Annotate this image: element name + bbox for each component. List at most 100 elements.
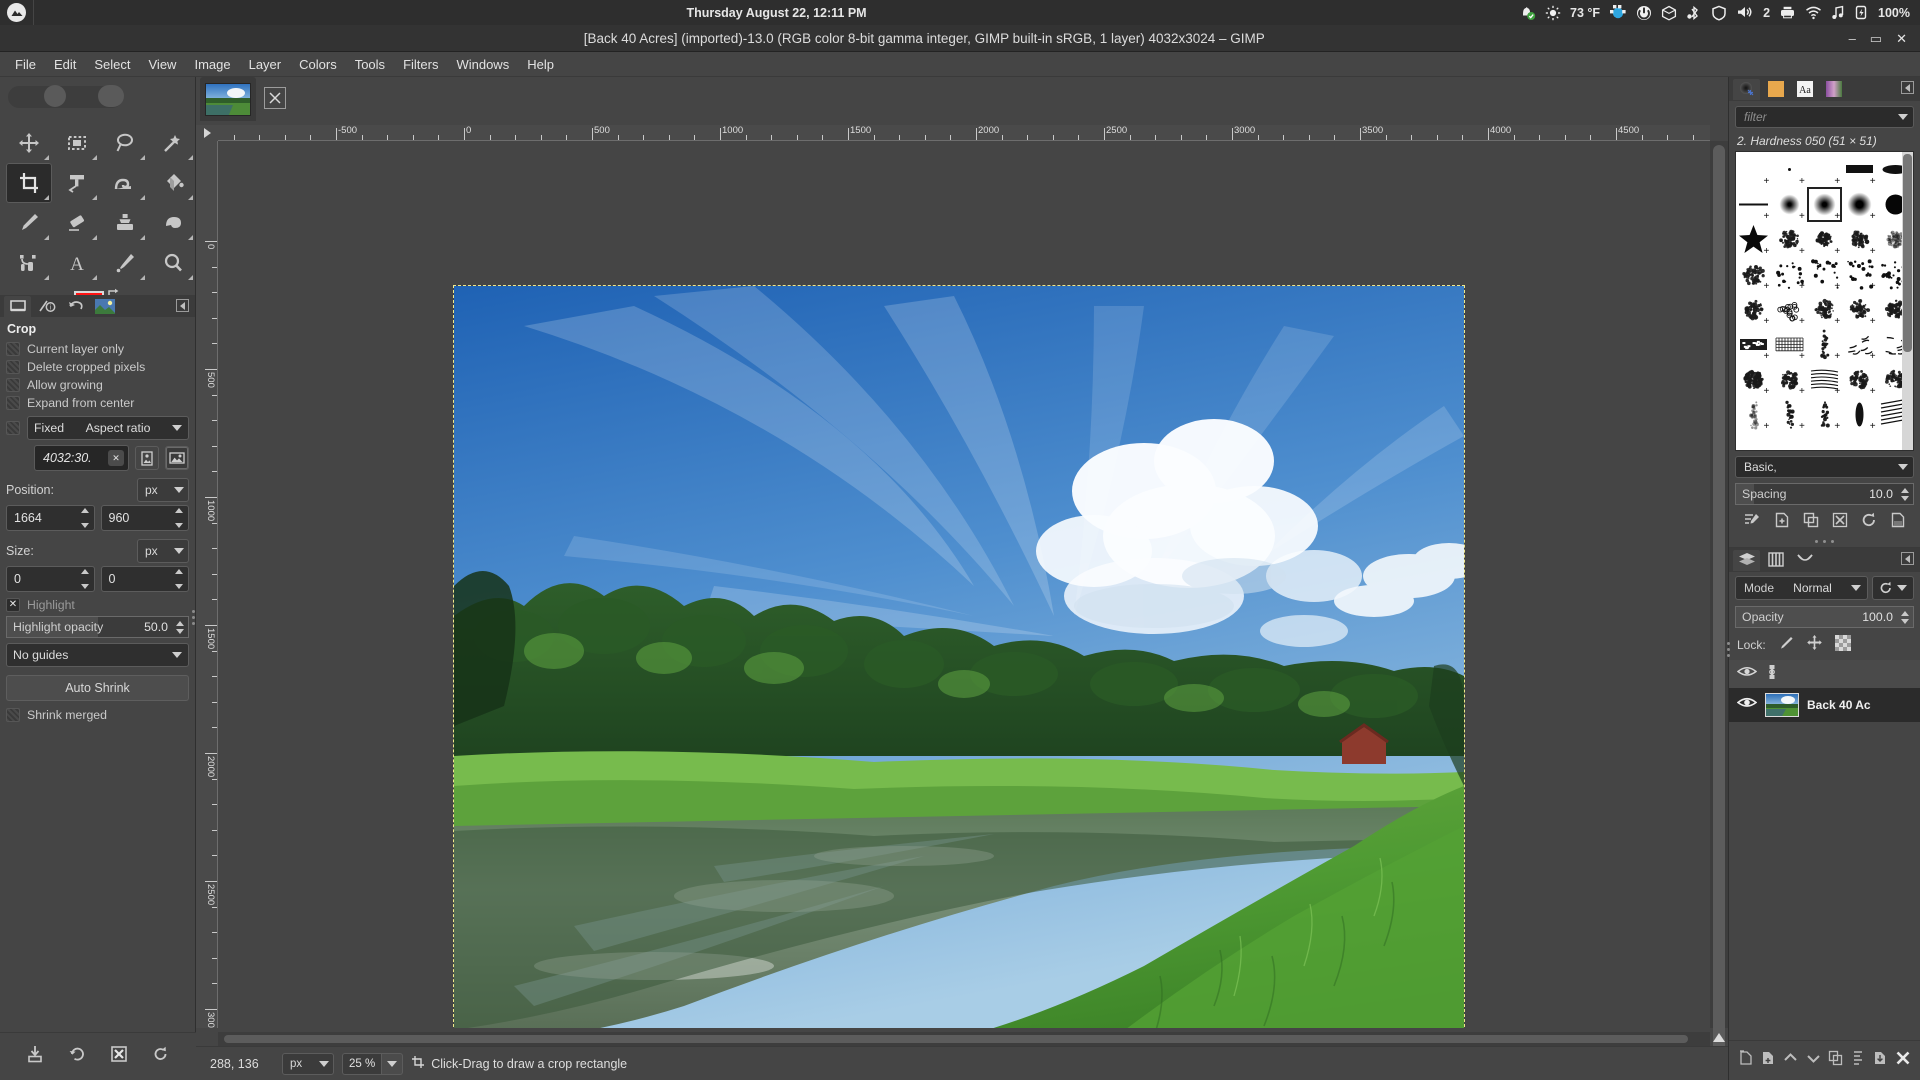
shield-icon[interactable] (1711, 5, 1727, 21)
portrait-orientation-button[interactable] (135, 446, 159, 470)
position-y-input[interactable]: 960 (100, 505, 189, 531)
dock-separator-handle[interactable] (1729, 538, 1920, 547)
layer-opacity-stepper[interactable] (1899, 610, 1913, 624)
paths-tab[interactable] (1791, 550, 1818, 571)
paintbrush-tool[interactable] (6, 203, 52, 243)
dock-menu-button[interactable] (176, 299, 189, 312)
layer-opacity-slider[interactable]: Opacity 100.0 (1735, 606, 1914, 628)
vertical-ruler[interactable]: 0 500 1000 1500 2000 2500 3000 (196, 141, 218, 1028)
visibility-icon[interactable] (1736, 665, 1758, 683)
canvas-vertical-scrollbar[interactable] (1710, 141, 1728, 1080)
canvas-horizontal-scroll-thumb[interactable] (224, 1035, 1688, 1043)
lock-position-icon[interactable] (1806, 634, 1823, 656)
brush-list-scroll-thumb[interactable] (1903, 154, 1912, 352)
menu-windows[interactable]: Windows (447, 54, 518, 75)
statusbar-unit-combo[interactable]: px (282, 1052, 334, 1075)
new-layer-icon[interactable] (1739, 1050, 1754, 1071)
new-brush-icon[interactable] (1774, 512, 1790, 533)
size-height-stepper[interactable] (172, 568, 186, 590)
battery-icon[interactable] (1854, 5, 1869, 20)
expand-from-center-checkbox[interactable] (6, 396, 20, 410)
volume-icon[interactable] (1736, 5, 1754, 20)
navigation-preview-button[interactable] (1710, 1028, 1728, 1046)
ruler-origin-button[interactable] (196, 125, 218, 141)
brush-item[interactable]: + (1842, 187, 1877, 222)
brush-item[interactable]: + (1736, 257, 1771, 292)
brush-item[interactable]: + (1771, 257, 1806, 292)
delete-tool-options-icon[interactable] (110, 1045, 128, 1068)
brush-item[interactable]: + (1771, 327, 1806, 362)
allow-growing-checkbox[interactable] (6, 378, 20, 392)
notification-bell-icon[interactable] (1519, 5, 1536, 20)
aspect-ratio-input[interactable]: 4032:30. ✕ (34, 445, 129, 471)
move-tool[interactable] (6, 123, 52, 163)
fonts-tab[interactable]: Aa (1791, 79, 1818, 100)
zoom-combo[interactable]: 25 % (342, 1052, 404, 1075)
size-width-stepper[interactable] (78, 568, 92, 590)
layer-mode-reset-button[interactable] (1872, 576, 1914, 600)
reset-tool-options-icon[interactable] (152, 1045, 170, 1068)
restore-tool-options-icon[interactable] (68, 1045, 86, 1068)
image-tab-back-40-acres[interactable] (200, 77, 256, 121)
fuzzy-select-tool[interactable] (150, 123, 196, 163)
undo-history-tab[interactable] (62, 296, 89, 317)
menu-filters[interactable]: Filters (394, 54, 447, 75)
highlight-opacity-slider[interactable]: Highlight opacity 50.0 (6, 616, 189, 638)
brush-item[interactable]: + (1807, 152, 1842, 187)
layer-item-back-40-acres[interactable]: Back 40 Ac (1729, 688, 1920, 722)
wifi-icon[interactable] (1805, 6, 1822, 20)
fixed-checkbox[interactable] (6, 421, 20, 435)
merge-down-icon[interactable] (1873, 1050, 1888, 1071)
crop-tool[interactable] (6, 163, 52, 203)
brush-spacing-stepper[interactable] (1899, 487, 1913, 501)
color-picker-tool[interactable] (102, 243, 148, 283)
canvas-area[interactable] (218, 141, 1710, 1028)
brush-item[interactable]: + (1807, 187, 1842, 222)
warp-transform-tool[interactable] (102, 163, 148, 203)
position-x-stepper[interactable] (78, 507, 92, 529)
brush-item[interactable]: + (1771, 397, 1806, 432)
brush-item[interactable]: + (1736, 362, 1771, 397)
brush-item[interactable]: + (1771, 362, 1806, 397)
channels-tab[interactable] (1762, 550, 1789, 571)
refresh-brushes-icon[interactable] (1861, 512, 1877, 533)
brush-item[interactable]: + (1842, 292, 1877, 327)
brush-tag-combo[interactable]: Basic, (1735, 456, 1914, 478)
option-highlight[interactable]: Highlight (0, 596, 195, 614)
lower-layer-icon[interactable] (1806, 1051, 1821, 1070)
printer-icon[interactable] (1779, 5, 1796, 20)
brush-grid[interactable]: ++++++++++++++++++++++++++++++++++++++++ (1736, 152, 1913, 432)
lock-pixels-icon[interactable] (1778, 635, 1794, 656)
open-brush-icon[interactable] (1890, 512, 1906, 533)
brush-item[interactable]: + (1842, 222, 1877, 257)
landscape-orientation-button[interactable] (165, 446, 189, 470)
brush-item[interactable]: + (1736, 187, 1771, 222)
brush-item[interactable]: + (1736, 397, 1771, 432)
delete-layer-icon[interactable] (1895, 1050, 1911, 1071)
brush-item[interactable]: + (1842, 257, 1877, 292)
position-unit-combo[interactable]: px (137, 478, 189, 502)
guides-combo[interactable]: No guides (6, 643, 189, 667)
power-icon[interactable] (1636, 5, 1652, 21)
patterns-tab[interactable] (1762, 79, 1789, 100)
save-tool-options-icon[interactable] (26, 1045, 44, 1068)
brush-item[interactable]: + (1771, 292, 1806, 327)
link-icon[interactable] (1765, 664, 1779, 685)
system-menu-button[interactable] (0, 0, 34, 25)
brush-list[interactable]: ++++++++++++++++++++++++++++++++++++++++ (1735, 151, 1914, 451)
delete-cropped-pixels-checkbox[interactable] (6, 360, 20, 374)
fixed-mode-combo[interactable]: Fixed Aspect ratio (27, 416, 189, 440)
position-x-input[interactable]: 1664 (6, 505, 95, 531)
menu-tools[interactable]: Tools (346, 54, 394, 75)
brush-filter-input[interactable]: filter (1735, 106, 1914, 128)
free-select-tool[interactable] (102, 123, 148, 163)
menu-file[interactable]: File (6, 54, 45, 75)
raise-layer-icon[interactable] (1783, 1051, 1798, 1070)
text-tool[interactable]: A (54, 243, 100, 283)
option-current-layer-only[interactable]: Current layer only (0, 340, 195, 358)
size-height-input[interactable]: 0 (100, 566, 189, 592)
horizontal-ruler[interactable]: -500 0 500 1000 1500 2000 2500 3000 3500 4000 4500 (218, 125, 1710, 141)
bluetooth-icon[interactable] (1686, 5, 1702, 21)
menu-select[interactable]: Select (85, 54, 139, 75)
zoom-dropdown-button[interactable] (381, 1052, 404, 1075)
